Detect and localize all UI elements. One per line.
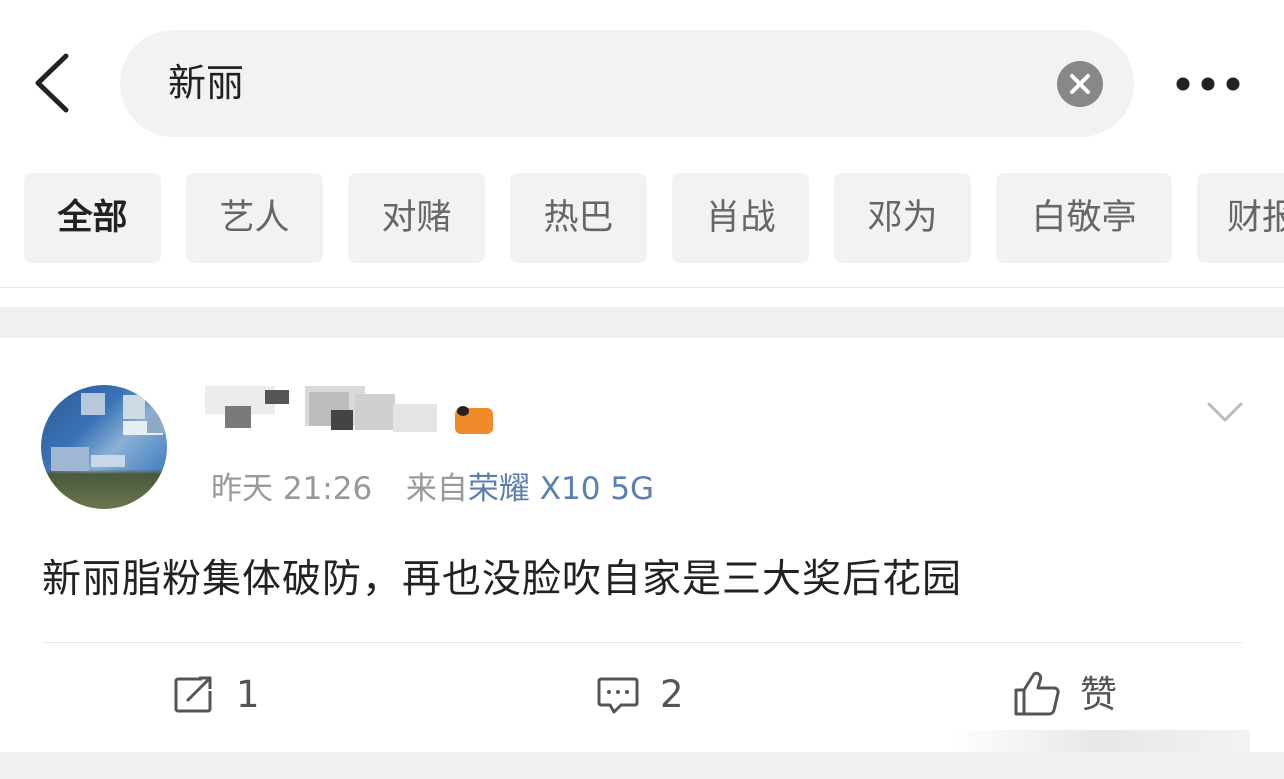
repost-icon <box>174 676 212 713</box>
category-tabs: 全部 艺人 对赌 热巴 肖战 邓为 白敬亭 财报 <box>0 173 1284 265</box>
avatar[interactable] <box>41 385 167 509</box>
top-bar: 新丽 <box>0 0 1284 160</box>
search-field[interactable]: 新丽 <box>120 30 1134 137</box>
like-button[interactable]: 赞 <box>1012 670 1124 720</box>
source-prefix: 来自 <box>405 471 468 507</box>
tab-reba[interactable]: 热巴 <box>510 173 647 263</box>
post-meta: 昨天 21:26 来自荣耀 X10 5G <box>211 463 654 508</box>
like-label: 赞 <box>1080 673 1117 716</box>
repost-button[interactable]: 1 <box>172 670 272 720</box>
chevron-left-icon <box>35 53 69 113</box>
repost-count: 1 <box>236 673 260 716</box>
tab-xiaozhan[interactable]: 肖战 <box>672 173 809 263</box>
thumbs-up-icon <box>1014 671 1060 716</box>
post-menu-button[interactable] <box>1206 396 1244 426</box>
bottom-band <box>0 752 1284 779</box>
tab-dengwei[interactable]: 邓为 <box>834 173 971 263</box>
tab-all[interactable]: 全部 <box>24 173 161 263</box>
divider <box>0 287 1284 288</box>
close-icon <box>1070 74 1090 94</box>
more-options-button[interactable] <box>1170 62 1246 106</box>
post-time: 昨天 21:26 <box>211 471 373 507</box>
comment-count: 2 <box>660 673 684 716</box>
username-redacted[interactable] <box>205 386 500 442</box>
tab-financial-report[interactable]: 财报 <box>1197 173 1284 263</box>
device-link[interactable]: 荣耀 X10 5G <box>468 471 654 507</box>
post-body: 新丽脂粉集体破防，再也没脸吹自家是三大奖后花园 <box>42 557 963 602</box>
divider <box>42 642 1242 643</box>
section-gap <box>0 307 1284 338</box>
tab-baijingting[interactable]: 白敬亭 <box>996 173 1172 263</box>
tab-artist[interactable]: 艺人 <box>186 173 323 263</box>
search-query[interactable]: 新丽 <box>168 30 244 137</box>
tab-bet[interactable]: 对赌 <box>348 173 485 263</box>
back-button[interactable] <box>30 50 80 116</box>
clear-search-button[interactable] <box>1057 61 1103 107</box>
comment-icon <box>597 677 639 714</box>
chevron-down-icon <box>1207 402 1243 422</box>
more-horizontal-icon <box>1176 77 1240 91</box>
comment-button[interactable]: 2 <box>596 670 696 720</box>
